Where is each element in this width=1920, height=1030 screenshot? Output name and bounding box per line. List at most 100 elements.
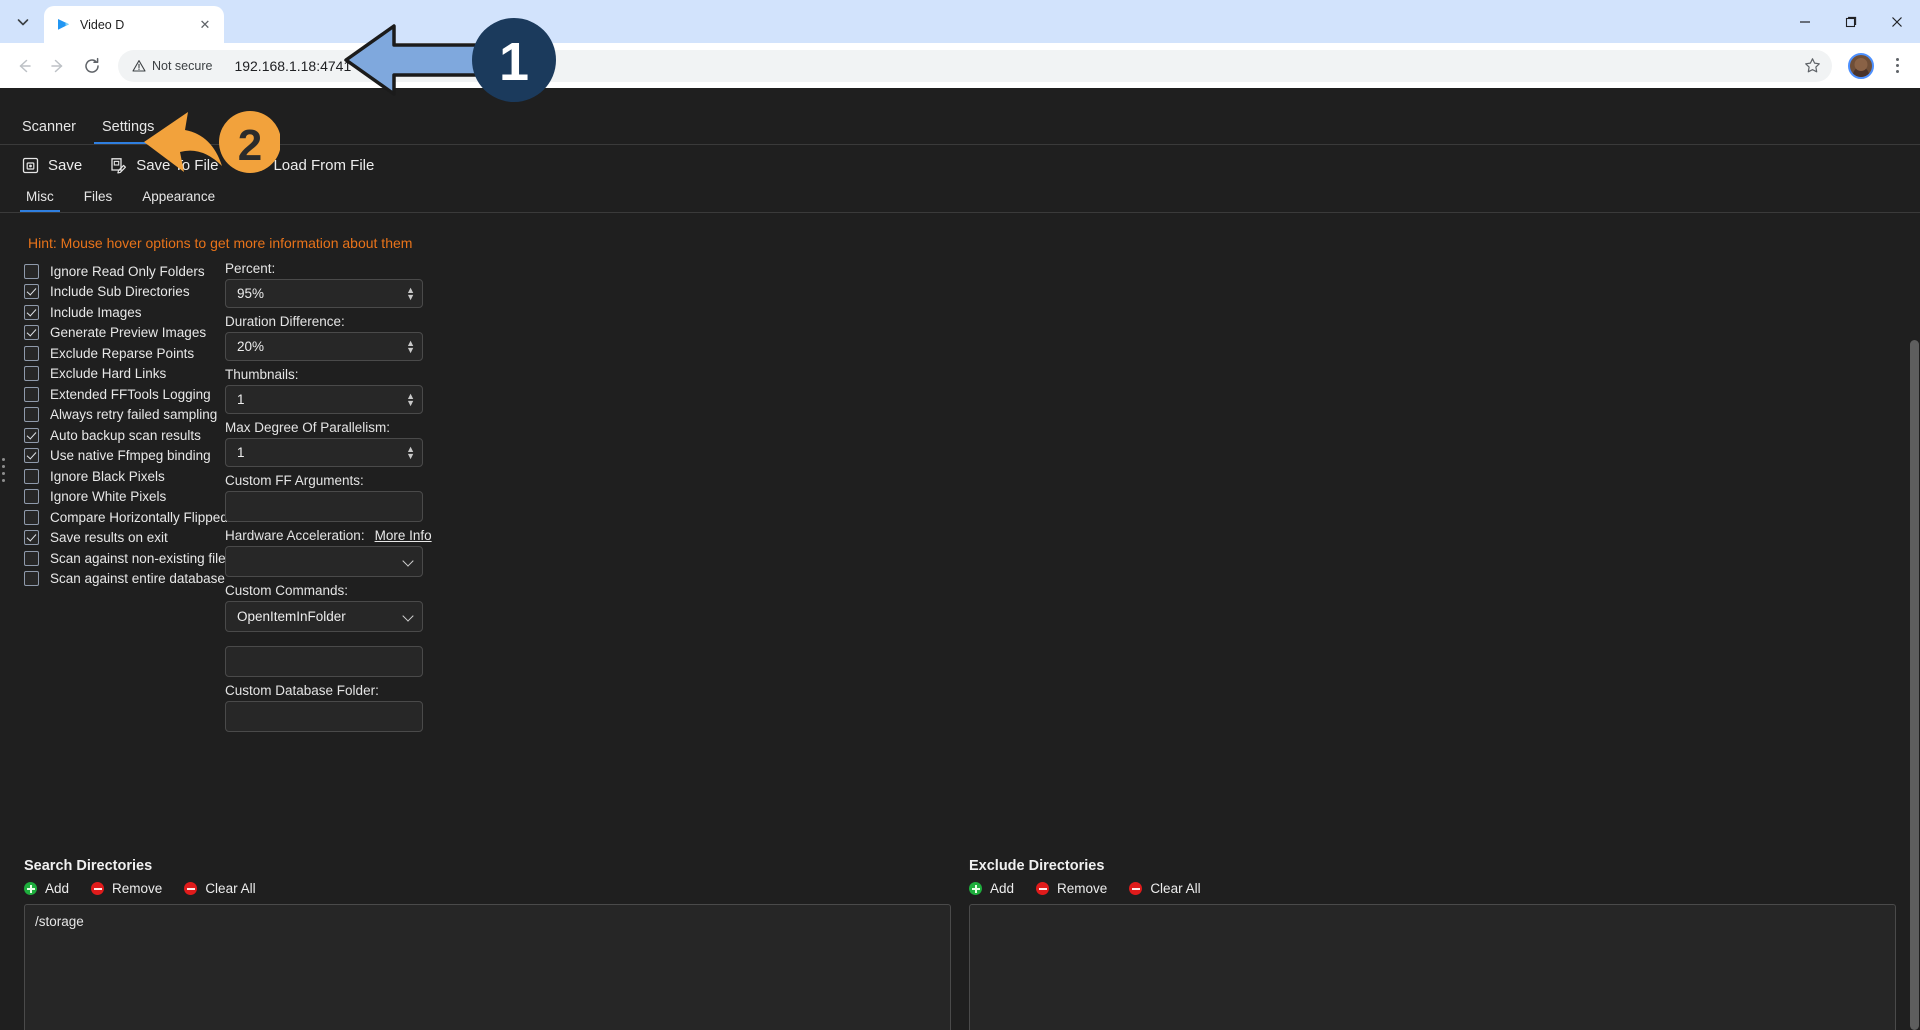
save-label: Save [48, 157, 83, 174]
browser-tab[interactable]: Video D ✕ [44, 6, 224, 43]
checkbox-exclude-reparse-points[interactable] [24, 345, 39, 361]
subtab-files[interactable]: Files [78, 189, 119, 212]
checkbox-row[interactable]: Compare Horizontally Flipped [24, 507, 228, 528]
checkbox-generate-preview-images[interactable] [24, 325, 39, 341]
checkbox-label: Ignore Read Only Folders [50, 263, 205, 279]
search-dir-clear-all-button[interactable]: Clear All [184, 881, 256, 896]
checkbox-label: Generate Preview Images [50, 325, 207, 341]
security-status[interactable]: Not secure [132, 59, 212, 73]
save-to-file-button[interactable]: Save To File [110, 157, 218, 174]
chrome-menu-icon[interactable] [1882, 51, 1912, 81]
checkbox-auto-backup-scan-results[interactable] [24, 427, 39, 443]
percent-stepper[interactable]: ▲ ▼ [406, 280, 415, 307]
duration-difference-input[interactable]: 20% ▲ ▼ [225, 332, 423, 361]
max-parallelism-stepper[interactable]: ▲ ▼ [406, 439, 415, 466]
checkbox-row[interactable]: Save results on exit [24, 528, 225, 549]
subtab-misc[interactable]: Misc [20, 189, 60, 212]
window-minimize-button[interactable] [1782, 0, 1828, 43]
checkbox-label: Scan against entire database [50, 571, 225, 587]
checkbox-row[interactable]: Ignore White Pixels [24, 487, 225, 508]
search-dir-remove-button[interactable]: Remove [91, 881, 162, 896]
checkbox-row[interactable]: Auto backup scan results [24, 425, 225, 446]
exclude-directories-panel: Exclude Directories Add Remove Clear All [969, 858, 1896, 1030]
exclude-directories-list[interactable] [969, 904, 1896, 1030]
checkbox-row[interactable]: Include Sub Directories [24, 282, 225, 303]
checkbox-extended-fftools-logging[interactable] [24, 386, 39, 402]
bookmark-star-icon[interactable] [1798, 52, 1826, 80]
fields-column: Percent: 95% ▲ ▼ Duration Difference: 20%… [225, 261, 485, 738]
duration-difference-stepper[interactable]: ▲ ▼ [406, 333, 415, 360]
custom-database-folder-input[interactable] [225, 701, 423, 732]
load-from-file-button[interactable]: Load From File [246, 157, 374, 174]
window-close-button[interactable] [1874, 0, 1920, 43]
scrollbar-thumb[interactable] [1910, 340, 1919, 1030]
checkbox-compare-horizontally-flipped[interactable] [24, 509, 39, 525]
percent-input[interactable]: 95% ▲ ▼ [225, 279, 423, 308]
checkbox-save-results-on-exit[interactable] [24, 530, 39, 546]
checkbox-exclude-hard-links[interactable] [24, 366, 39, 382]
checkbox-label: Scan against non-existing files [50, 550, 233, 566]
chevron-down-icon [402, 554, 414, 567]
more-info-link[interactable]: More Info [375, 528, 432, 543]
checkbox-label: Include Sub Directories [50, 284, 190, 300]
address-bar[interactable]: Not secure 192.168.1.18:4741 [118, 49, 1832, 82]
hardware-acceleration-select[interactable] [225, 546, 423, 577]
plus-circle-icon [969, 882, 982, 895]
duration-difference-label: Duration Difference: [225, 314, 345, 329]
checkbox-row[interactable]: Exclude Reparse Points [24, 343, 225, 364]
checkbox-include-images[interactable] [24, 304, 39, 320]
close-icon[interactable]: ✕ [196, 16, 214, 34]
checkbox-row[interactable]: Use native Ffmpeg binding [24, 446, 225, 467]
custom-ff-arguments-input[interactable] [225, 491, 423, 522]
vertical-scrollbar[interactable] [1910, 340, 1919, 1030]
save-to-file-label: Save To File [136, 157, 219, 174]
checkbox-row[interactable]: Scan against entire database [24, 569, 225, 590]
custom-commands-value: OpenItemInFolder [237, 609, 346, 624]
exclude-dir-add-label: Add [990, 881, 1015, 896]
open-folder-icon [247, 159, 264, 171]
exclude-dir-clear-all-button[interactable]: Clear All [1129, 881, 1201, 896]
custom-commands-select[interactable]: OpenItemInFolder [225, 601, 423, 632]
checkbox-row[interactable]: Ignore Read Only Folders [24, 261, 225, 282]
checkbox-ignore-black-pixels[interactable] [24, 468, 39, 484]
checkbox-label: Extended FFTools Logging [50, 386, 211, 402]
checkbox-label: Ignore White Pixels [50, 489, 167, 505]
subtab-appearance[interactable]: Appearance [136, 189, 221, 212]
exclude-dir-remove-button[interactable]: Remove [1036, 881, 1107, 896]
profile-avatar[interactable] [1848, 52, 1874, 79]
exclude-directories-buttons: Add Remove Clear All [969, 881, 1896, 896]
save-button[interactable]: Save [22, 157, 82, 174]
tab-settings[interactable]: Settings [94, 119, 163, 144]
tab-scanner[interactable]: Scanner [14, 119, 84, 144]
play-icon [58, 18, 69, 30]
search-dir-add-button[interactable]: Add [24, 881, 69, 896]
checkbox-ignore-white-pixels[interactable] [24, 489, 39, 505]
reload-icon[interactable] [76, 50, 108, 82]
checkbox-row[interactable]: Scan against non-existing files [24, 548, 232, 569]
checkbox-scan-against-non-existing-files[interactable] [24, 550, 39, 566]
checkbox-row[interactable]: Extended FFTools Logging [24, 384, 225, 405]
checkbox-use-native-ffmpeg-binding[interactable] [24, 448, 39, 464]
back-icon[interactable] [8, 50, 40, 82]
exclude-dir-add-button[interactable]: Add [969, 881, 1014, 896]
custom-command-text-input[interactable] [225, 646, 423, 677]
checkbox-row[interactable]: Always retry failed sampling [24, 405, 225, 426]
list-item[interactable]: /storage [35, 912, 940, 932]
max-parallelism-input[interactable]: 1 ▲ ▼ [225, 438, 423, 467]
forward-icon[interactable] [42, 50, 74, 82]
checkbox-row[interactable]: Generate Preview Images [24, 323, 225, 344]
checkbox-ignore-read-only-folders[interactable] [24, 263, 39, 279]
checkbox-always-retry-failed-sampling[interactable] [24, 407, 39, 423]
checkbox-label: Ignore Black Pixels [50, 468, 165, 484]
checkbox-row[interactable]: Exclude Hard Links [24, 364, 225, 385]
checkbox-row[interactable]: Include Images [24, 302, 225, 323]
checkbox-scan-against-entire-database[interactable] [24, 571, 39, 587]
tab-search-button[interactable] [6, 5, 40, 39]
window-maximize-button[interactable] [1828, 0, 1874, 43]
side-drag-handle[interactable] [2, 458, 5, 482]
checkbox-row[interactable]: Ignore Black Pixels [24, 466, 225, 487]
thumbnails-input[interactable]: 1 ▲ ▼ [225, 385, 423, 414]
search-directories-list[interactable]: /storage [24, 904, 951, 1030]
thumbnails-stepper[interactable]: ▲ ▼ [406, 386, 415, 413]
checkbox-include-sub-directories[interactable] [24, 284, 39, 300]
